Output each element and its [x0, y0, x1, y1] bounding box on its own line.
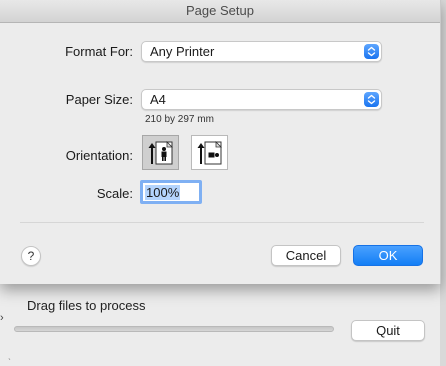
paper-size-label: Paper Size:	[65, 92, 133, 107]
page-setup-sheet: Page Setup Format For: Any Printer Paper…	[0, 0, 441, 284]
ok-button[interactable]: OK	[353, 245, 423, 266]
resize-corner-mark: ˎ	[8, 350, 12, 361]
portrait-orientation-button[interactable]	[142, 135, 179, 170]
format-for-popup[interactable]: Any Printer	[141, 41, 382, 62]
format-for-label: Format For:	[65, 44, 133, 59]
landscape-orientation-button[interactable]	[191, 135, 228, 170]
paper-size-popup[interactable]: A4	[141, 89, 382, 110]
dialog-divider	[20, 222, 424, 223]
progress-bar	[14, 326, 334, 332]
up-down-chevron-icon	[364, 44, 379, 59]
paper-dimensions: 210 by 297 mm	[145, 114, 214, 125]
help-icon: ?	[27, 249, 35, 263]
orientation-label: Orientation:	[65, 148, 133, 163]
scale-input[interactable]: 100%	[140, 180, 202, 204]
drag-files-label: Drag files to process	[27, 298, 146, 313]
window-edge-mark: ›	[0, 312, 4, 324]
scale-label: Scale:	[96, 186, 133, 201]
quit-button[interactable]: Quit	[351, 320, 425, 341]
dialog-title: Page Setup	[0, 0, 440, 23]
cancel-button[interactable]: Cancel	[271, 245, 341, 266]
paper-size-value: A4	[150, 92, 166, 107]
scale-value: 100%	[145, 185, 181, 200]
up-down-chevron-icon	[364, 92, 379, 107]
format-for-value: Any Printer	[150, 44, 215, 59]
help-button[interactable]: ?	[21, 246, 41, 266]
